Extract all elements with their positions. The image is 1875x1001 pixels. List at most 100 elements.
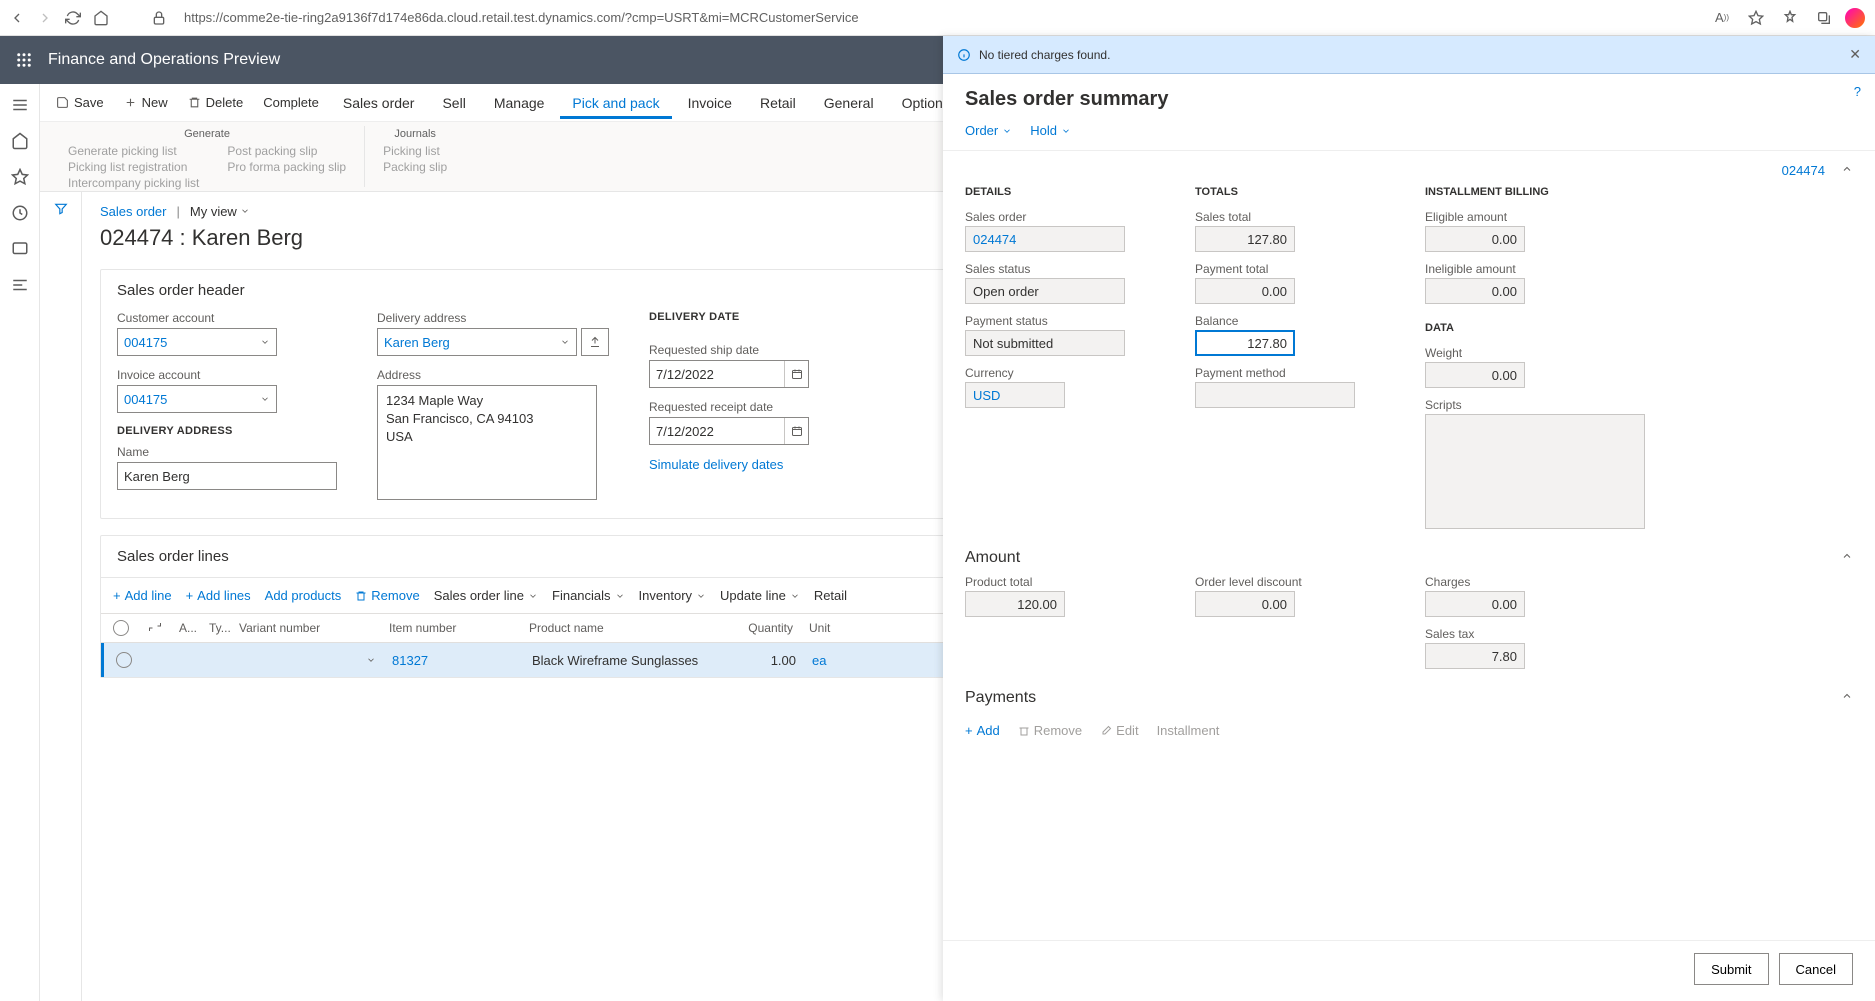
sales-order-line-dropdown[interactable]: Sales order line: [434, 588, 538, 603]
collections-icon[interactable]: [1815, 9, 1833, 27]
ribbon-generate-picking-list[interactable]: Generate picking list: [68, 144, 199, 158]
ribbon-journals-packing-slip[interactable]: Packing slip: [383, 160, 447, 174]
chevron-up-icon[interactable]: [1841, 689, 1853, 707]
retail-dropdown[interactable]: Retail: [814, 588, 847, 603]
add-line-button[interactable]: + Add line: [113, 588, 172, 603]
amount-product-total[interactable]: 120.00: [965, 591, 1065, 617]
payments-installment-button[interactable]: Installment: [1157, 723, 1220, 738]
breadcrumb-sales-order[interactable]: Sales order: [100, 204, 166, 219]
waffle-icon[interactable]: [0, 36, 48, 84]
nav-home-icon[interactable]: [11, 132, 29, 150]
lock-icon[interactable]: [150, 9, 168, 27]
totals-balance[interactable]: 127.80: [1195, 330, 1295, 356]
ribbon-post-packing-slip[interactable]: Post packing slip: [227, 144, 346, 158]
complete-button[interactable]: Complete: [255, 91, 327, 114]
forward-icon[interactable]: [36, 9, 54, 27]
ribbon-journals-picking-list[interactable]: Picking list: [383, 144, 447, 158]
address-label: Address: [377, 368, 609, 382]
calendar-icon[interactable]: [784, 361, 808, 387]
payments-section-header[interactable]: Payments: [965, 681, 1853, 715]
financials-dropdown[interactable]: Financials: [552, 588, 625, 603]
item-number-cell[interactable]: 81327: [384, 653, 524, 668]
new-button[interactable]: New: [116, 91, 176, 114]
read-aloud-icon[interactable]: A)): [1713, 9, 1731, 27]
totals-payment-method[interactable]: [1195, 382, 1355, 408]
ribbon-picking-list-registration[interactable]: Picking list registration: [68, 160, 199, 174]
payments-remove-button[interactable]: Remove: [1018, 723, 1082, 738]
ribbon-intercompany-picking-list[interactable]: Intercompany picking list: [68, 176, 199, 190]
nav-modules-icon[interactable]: [11, 276, 29, 294]
details-sales-order[interactable]: 024474: [965, 226, 1125, 252]
panel-footer: Submit Cancel: [943, 940, 1875, 1001]
customer-account-input[interactable]: 004175: [117, 328, 277, 356]
tab-sales-order[interactable]: Sales order: [331, 87, 427, 119]
amount-sales-tax[interactable]: 7.80: [1425, 643, 1525, 669]
tab-invoice[interactable]: Invoice: [676, 87, 744, 119]
delivery-address-label: Delivery address: [377, 311, 609, 325]
ribbon-pro-forma-packing-slip[interactable]: Pro forma packing slip: [227, 160, 346, 174]
breadcrumb-my-view[interactable]: My view: [190, 204, 251, 219]
payments-edit-button[interactable]: Edit: [1100, 723, 1138, 738]
req-ship-input[interactable]: 7/12/2022: [649, 360, 809, 388]
favorites-icon[interactable]: [1781, 9, 1799, 27]
close-icon[interactable]: ✕: [1849, 46, 1861, 63]
data-scripts[interactable]: [1425, 414, 1645, 529]
invoice-account-input[interactable]: 004175: [117, 385, 277, 413]
tab-retail[interactable]: Retail: [748, 87, 808, 119]
name-input[interactable]: Karen Berg: [117, 462, 337, 490]
help-icon[interactable]: ?: [1854, 84, 1861, 99]
profile-avatar[interactable]: [1843, 6, 1867, 30]
inventory-dropdown[interactable]: Inventory: [639, 588, 706, 603]
installment-ineligible[interactable]: 0.00: [1425, 278, 1525, 304]
tab-sell[interactable]: Sell: [430, 87, 477, 119]
hold-dropdown[interactable]: Hold: [1030, 123, 1071, 138]
chevron-up-icon[interactable]: [1841, 549, 1853, 567]
save-button[interactable]: Save: [48, 91, 112, 114]
delete-button[interactable]: Delete: [180, 91, 252, 114]
tab-manage[interactable]: Manage: [482, 87, 557, 119]
installment-eligible[interactable]: 0.00: [1425, 226, 1525, 252]
simulate-delivery-link[interactable]: Simulate delivery dates: [649, 457, 829, 472]
star-icon[interactable]: [1747, 9, 1765, 27]
back-icon[interactable]: [8, 9, 26, 27]
amount-section-header[interactable]: Amount: [965, 541, 1853, 575]
nav-star-icon[interactable]: [11, 168, 29, 186]
payments-add-button[interactable]: + Add: [965, 723, 1000, 738]
details-sales-status[interactable]: Open order: [965, 278, 1125, 304]
delivery-address-input[interactable]: Karen Berg: [377, 328, 577, 356]
url-bar[interactable]: https://comme2e-tie-ring2a9136f7d174e86d…: [178, 10, 1697, 25]
order-dropdown[interactable]: Order: [965, 123, 1012, 138]
remove-line-button[interactable]: Remove: [355, 588, 419, 603]
row-checkbox[interactable]: [116, 652, 132, 668]
amount-discount[interactable]: 0.00: [1195, 591, 1295, 617]
add-lines-button[interactable]: + Add lines: [186, 588, 251, 603]
totals-payment-total[interactable]: 0.00: [1195, 278, 1295, 304]
menu-icon[interactable]: [11, 96, 29, 114]
refresh-icon[interactable]: [64, 9, 82, 27]
data-weight[interactable]: 0.00: [1425, 362, 1525, 388]
installment-section: INSTALLMENT BILLING: [1425, 186, 1645, 198]
home-icon[interactable]: [92, 9, 110, 27]
details-payment-status[interactable]: Not submitted: [965, 330, 1125, 356]
cancel-button[interactable]: Cancel: [1779, 953, 1853, 985]
totals-sales-total[interactable]: 127.80: [1195, 226, 1295, 252]
address-textarea[interactable]: 1234 Maple Way San Francisco, CA 94103 U…: [377, 385, 597, 500]
update-line-dropdown[interactable]: Update line: [720, 588, 800, 603]
calendar-icon[interactable]: [784, 418, 808, 444]
tab-pick-and-pack[interactable]: Pick and pack: [560, 87, 671, 119]
req-receipt-input[interactable]: 7/12/2022: [649, 417, 809, 445]
collapse-icon[interactable]: [1841, 163, 1853, 178]
unit-cell[interactable]: ea: [804, 653, 854, 668]
filter-icon[interactable]: [54, 202, 68, 1001]
data-section: DATA: [1425, 322, 1645, 334]
submit-button[interactable]: Submit: [1694, 953, 1768, 985]
tab-general[interactable]: General: [812, 87, 886, 119]
nav-workspace-icon[interactable]: [11, 240, 29, 258]
address-lookup-button[interactable]: [581, 328, 609, 356]
panel-order-id[interactable]: 024474: [1782, 163, 1825, 178]
details-currency[interactable]: USD: [965, 382, 1065, 408]
amount-charges[interactable]: 0.00: [1425, 591, 1525, 617]
add-products-button[interactable]: Add products: [265, 588, 342, 603]
nav-recent-icon[interactable]: [11, 204, 29, 222]
select-all-checkbox[interactable]: [113, 620, 129, 636]
